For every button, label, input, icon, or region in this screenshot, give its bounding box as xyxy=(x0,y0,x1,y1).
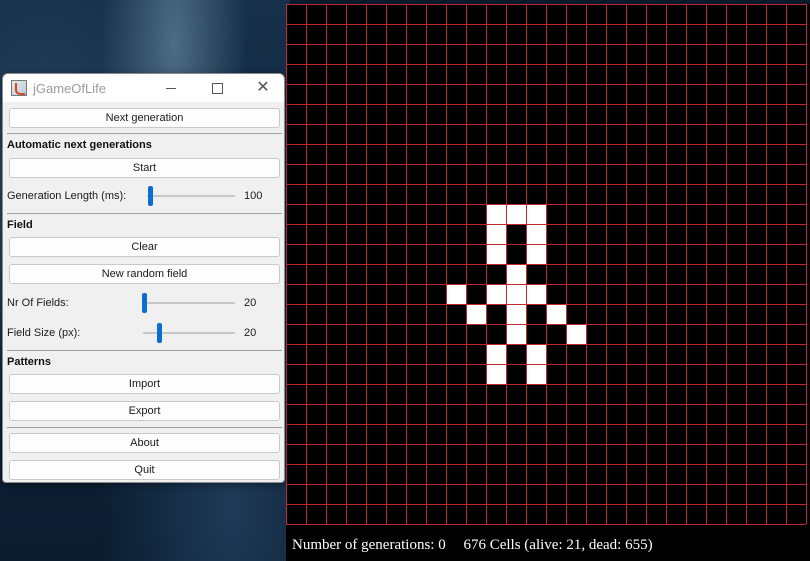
alive-cell[interactable] xyxy=(507,205,526,224)
close-icon[interactable]: ✕ xyxy=(240,74,284,102)
field-heading: Field xyxy=(7,219,33,231)
alive-cell[interactable] xyxy=(487,205,506,224)
new-random-field-button[interactable]: New random field xyxy=(9,264,280,284)
game-board-window: Number of generations: 0 676 Cells (aliv… xyxy=(286,4,810,561)
alive-cell[interactable] xyxy=(487,285,506,304)
titlebar[interactable]: jGameOfLife ✕ xyxy=(3,74,284,102)
automatic-heading: Automatic next generations xyxy=(7,139,152,151)
alive-cell[interactable] xyxy=(527,205,546,224)
nr-of-fields-slider[interactable] xyxy=(143,302,235,304)
alive-cell[interactable] xyxy=(507,325,526,344)
start-button[interactable]: Start xyxy=(9,158,280,178)
maximize-icon[interactable] xyxy=(194,74,240,102)
cell-count: 676 Cells (alive: 21, dead: 655) xyxy=(463,537,653,553)
separator xyxy=(7,133,282,134)
patterns-heading: Patterns xyxy=(7,356,52,368)
alive-cell[interactable] xyxy=(487,345,506,364)
export-button[interactable]: Export xyxy=(9,401,280,421)
window-title: jGameOfLife xyxy=(33,81,106,96)
nr-of-fields-label: Nr Of Fields: xyxy=(7,297,69,309)
about-button[interactable]: About xyxy=(9,433,280,453)
alive-cell[interactable] xyxy=(527,245,546,264)
alive-cell[interactable] xyxy=(547,305,566,324)
status-bar: Number of generations: 0 676 Cells (aliv… xyxy=(292,537,667,554)
alive-cell[interactable] xyxy=(467,305,486,324)
generation-length-value: 100 xyxy=(244,190,263,202)
minimize-icon[interactable] xyxy=(148,74,194,102)
field-size-label: Field Size (px): xyxy=(7,327,81,339)
alive-cell[interactable] xyxy=(507,265,526,284)
alive-cell[interactable] xyxy=(487,225,506,244)
alive-cell[interactable] xyxy=(487,365,506,384)
field-size-slider-thumb[interactable] xyxy=(157,323,162,343)
separator xyxy=(7,213,282,214)
generation-length-slider[interactable] xyxy=(147,195,235,197)
alive-cell[interactable] xyxy=(567,325,586,344)
import-button[interactable]: Import xyxy=(9,374,280,394)
clear-button[interactable]: Clear xyxy=(9,237,280,257)
separator xyxy=(7,427,282,428)
generation-length-slider-thumb[interactable] xyxy=(148,186,153,206)
game-grid[interactable] xyxy=(286,4,810,534)
alive-cell[interactable] xyxy=(507,305,526,324)
generation-length-label: Generation Length (ms): xyxy=(7,190,127,202)
nr-of-fields-value: 20 xyxy=(244,297,257,309)
alive-cell[interactable] xyxy=(527,345,546,364)
alive-cell[interactable] xyxy=(507,285,526,304)
alive-cell[interactable] xyxy=(527,365,546,384)
next-generation-button[interactable]: Next generation xyxy=(9,108,280,128)
field-size-value: 20 xyxy=(244,327,257,339)
nr-of-fields-slider-thumb[interactable] xyxy=(142,293,147,313)
separator xyxy=(7,350,282,351)
control-window: jGameOfLife ✕ Next generation Automatic … xyxy=(2,73,285,483)
java-app-icon xyxy=(11,80,27,96)
generation-count: Number of generations: 0 xyxy=(292,537,446,553)
alive-cell[interactable] xyxy=(527,225,546,244)
alive-cell[interactable] xyxy=(447,285,466,304)
alive-cell[interactable] xyxy=(527,285,546,304)
alive-cell[interactable] xyxy=(487,245,506,264)
quit-button[interactable]: Quit xyxy=(9,460,280,480)
